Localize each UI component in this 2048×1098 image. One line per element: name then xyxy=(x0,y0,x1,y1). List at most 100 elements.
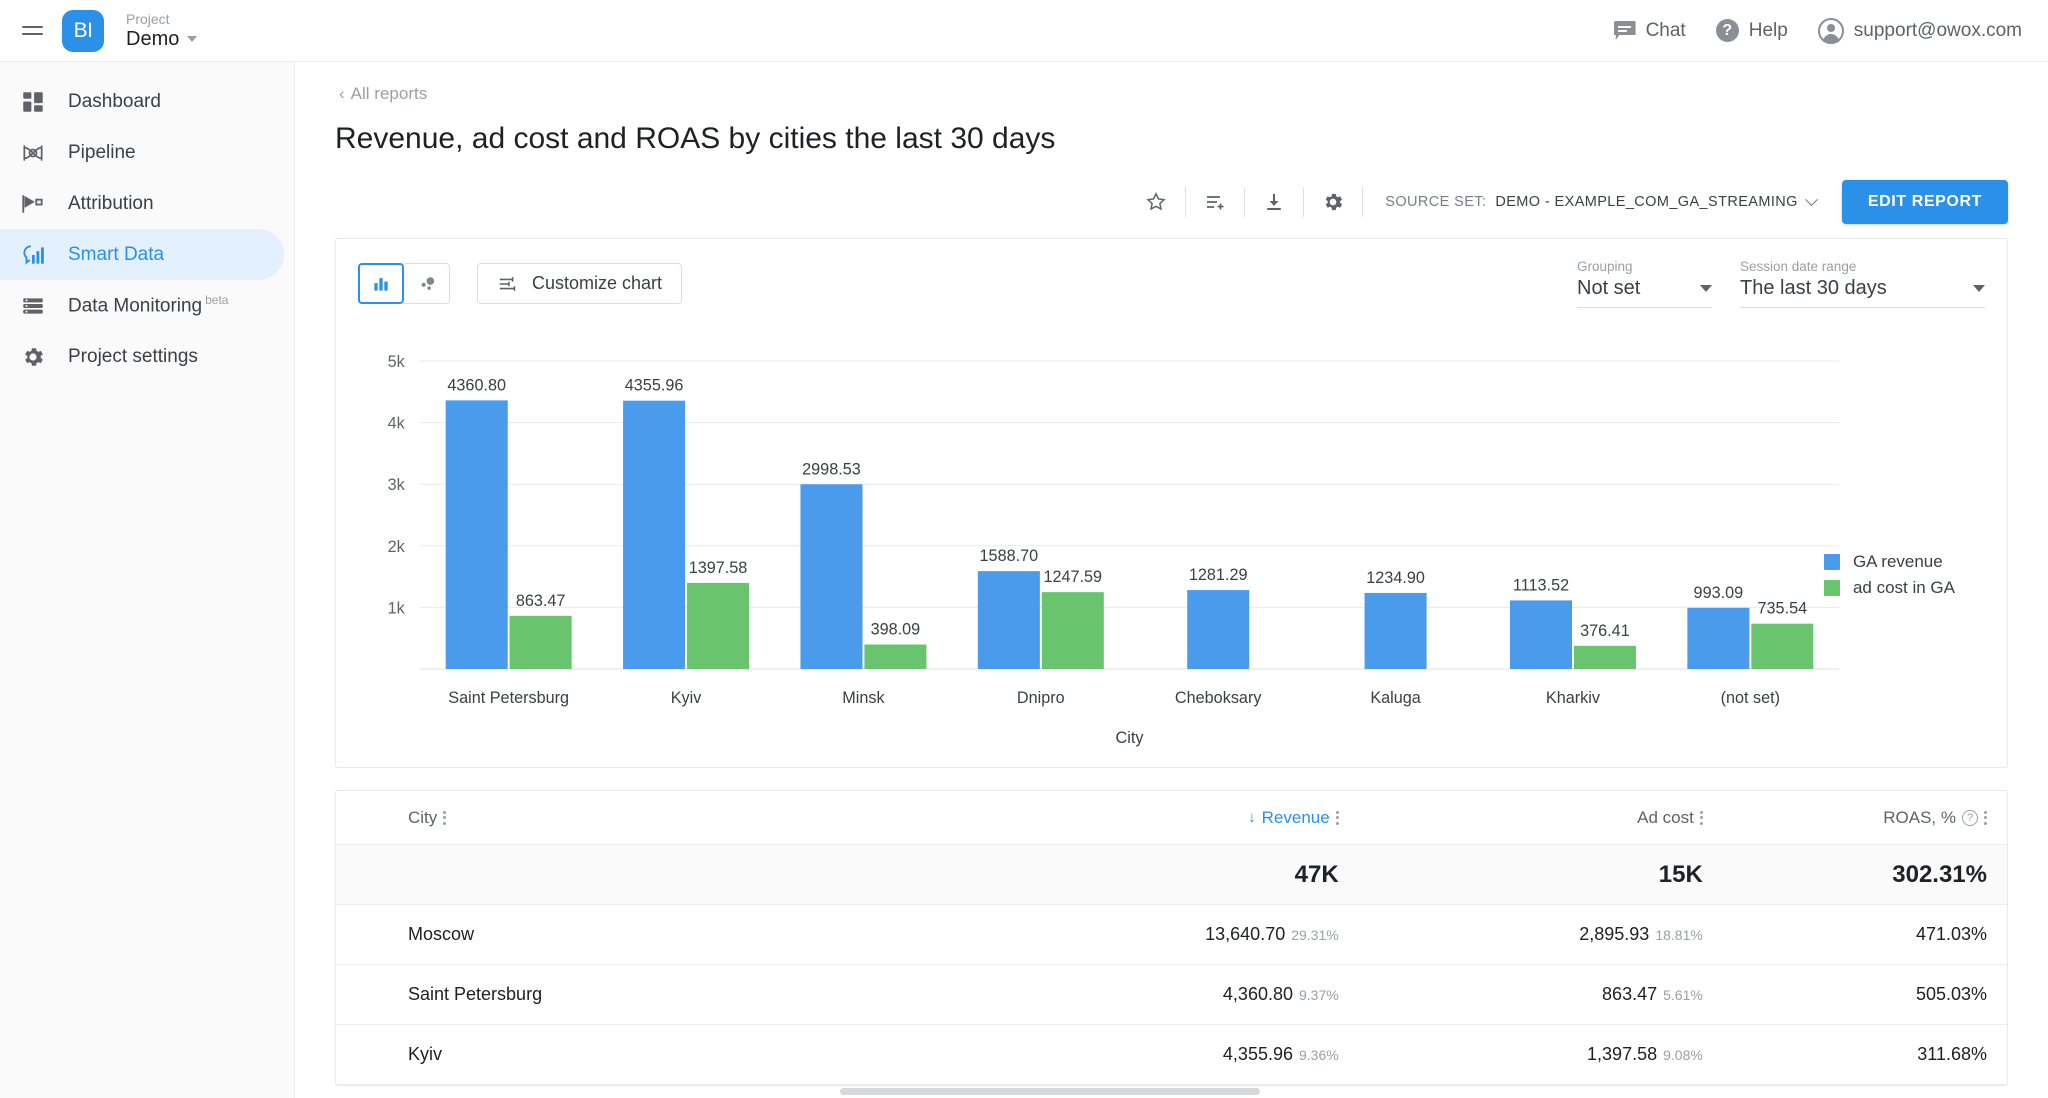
gear-icon xyxy=(20,344,46,370)
grouping-label: Grouping xyxy=(1577,259,1633,274)
help-icon[interactable]: ? xyxy=(1962,809,1978,826)
date-range-select[interactable]: Session date range The last 30 days xyxy=(1740,259,1985,308)
edit-report-button[interactable]: EDIT REPORT xyxy=(1841,180,2008,224)
svg-text:863.47: 863.47 xyxy=(516,590,566,609)
project-selector[interactable]: Project Demo xyxy=(126,10,198,51)
legend-swatch-revenue xyxy=(1823,554,1840,570)
svg-text:4k: 4k xyxy=(388,413,406,432)
chevron-down-icon xyxy=(1700,285,1712,292)
table-row[interactable]: Moscow 13,640.70 29.31% 2,895.93 18.81% 47… xyxy=(336,905,2007,965)
download-button[interactable] xyxy=(1245,180,1303,224)
sidebar-item-label: Attribution xyxy=(68,192,154,214)
chart-toolbar: Customize chart Grouping Not set Session… xyxy=(336,239,2007,308)
date-range-label: Session date range xyxy=(1740,259,1857,274)
chart-type-toggle xyxy=(358,263,450,304)
pipeline-icon xyxy=(20,140,46,166)
page-title: Revenue, ad cost and ROAS by cities the … xyxy=(335,122,1056,155)
data-monitoring-icon xyxy=(20,293,46,319)
add-to-list-button[interactable] xyxy=(1186,180,1244,224)
legend-item[interactable]: ad cost in GA xyxy=(1823,575,1955,601)
column-label: ROAS, % xyxy=(1883,807,1956,827)
chat-button[interactable]: Chat xyxy=(1614,20,1686,42)
cell-revenue: 4,355.96 9.36% xyxy=(1222,1044,1339,1064)
horizontal-scrollbar[interactable] xyxy=(840,1088,1260,1095)
svg-text:(not set): (not set) xyxy=(1721,688,1780,707)
beta-badge: beta xyxy=(205,293,229,308)
bar-chart-icon xyxy=(374,277,388,291)
sidebar: Dashboard Pipeline Attribution Smart Dat… xyxy=(0,62,295,1098)
smart-data-icon xyxy=(20,242,46,268)
total-roas: 302.31% xyxy=(1892,860,1987,888)
download-icon xyxy=(1267,194,1282,210)
sort-arrow-icon: ↓ xyxy=(1248,809,1256,826)
sidebar-item-label: Dashboard xyxy=(68,90,161,112)
customize-chart-button[interactable]: Customize chart xyxy=(477,263,683,304)
sidebar-item-data-monitoring[interactable]: Data Monitoring beta xyxy=(0,280,284,331)
table-row[interactable]: Saint Petersburg 4,360.80 9.37% 863.47 5.6… xyxy=(336,965,2007,1025)
top-bar: BI Project Demo Chat ? Help support@owox… xyxy=(0,0,2048,62)
column-menu-icon[interactable] xyxy=(1984,810,1987,825)
cell-roas: 311.68% xyxy=(1917,1044,1987,1064)
svg-text:376.41: 376.41 xyxy=(1580,620,1630,639)
column-label: Ad cost xyxy=(1637,807,1694,827)
breadcrumb-all-reports[interactable]: ‹ All reports xyxy=(335,84,427,104)
svg-text:4360.80: 4360.80 xyxy=(447,375,506,394)
table-header-row: City ↓ Revenue Ad cost ROAS, % ? xyxy=(336,791,2007,845)
svg-text:Kharkiv: Kharkiv xyxy=(1546,688,1601,707)
source-set-selector[interactable]: SOURCE SET: DEMO - EXAMPLE_COM_GA_STREAM… xyxy=(1385,192,1818,210)
bubble-chart-toggle[interactable] xyxy=(404,263,450,304)
chevron-down-icon xyxy=(1804,192,1818,206)
sidebar-item-pipeline[interactable]: Pipeline xyxy=(0,127,284,178)
source-set-value: DEMO - EXAMPLE_COM_GA_STREAMING xyxy=(1495,194,1798,210)
legend-label: ad cost in GA xyxy=(1852,578,1955,597)
chevron-down-icon xyxy=(187,35,198,42)
column-header-revenue[interactable]: ↓ Revenue xyxy=(912,808,1339,828)
cell-roas: 505.03% xyxy=(1915,984,1987,1004)
app-logo[interactable]: BI xyxy=(62,9,104,52)
svg-text:2k: 2k xyxy=(388,536,406,555)
bar-chart-toggle[interactable] xyxy=(358,263,404,304)
cell-ad-cost: 1,397.58 9.08% xyxy=(1587,1044,1703,1064)
chevron-down-icon xyxy=(1973,285,1985,292)
sidebar-item-label: Smart Data xyxy=(68,243,165,265)
account-menu[interactable]: support@owox.com xyxy=(1817,17,2022,44)
svg-text:Dnipro: Dnipro xyxy=(1017,688,1065,707)
legend-item[interactable]: GA revenue xyxy=(1823,549,1955,575)
column-menu-icon[interactable] xyxy=(443,810,447,825)
add-to-list-icon xyxy=(1207,196,1224,210)
help-icon: ? xyxy=(1715,19,1739,42)
svg-text:Saint Petersburg: Saint Petersburg xyxy=(448,688,569,707)
sidebar-item-attribution[interactable]: Attribution xyxy=(0,178,284,229)
cell-city: Saint Petersburg xyxy=(408,984,543,1004)
svg-text:5k: 5k xyxy=(388,352,406,371)
sidebar-item-smart-data[interactable]: Smart Data xyxy=(0,229,284,280)
chat-label: Chat xyxy=(1645,19,1686,41)
date-range-value: The last 30 days xyxy=(1740,277,1887,299)
report-action-bar: SOURCE SET: DEMO - EXAMPLE_COM_GA_STREAM… xyxy=(335,180,2008,224)
cell-city: Kyiv xyxy=(408,1044,443,1064)
svg-text:1281.29: 1281.29 xyxy=(1189,565,1248,584)
favorite-button[interactable] xyxy=(1127,180,1185,224)
svg-text:2998.53: 2998.53 xyxy=(802,459,861,478)
help-button[interactable]: ? Help xyxy=(1715,19,1788,42)
column-header-roas[interactable]: ROAS, % ? xyxy=(1703,808,2007,828)
cell-roas: 471.03% xyxy=(1915,924,1987,944)
svg-text:1234.90: 1234.90 xyxy=(1366,568,1425,587)
chevron-left-icon: ‹ xyxy=(339,84,345,103)
svg-text:1247.59: 1247.59 xyxy=(1043,567,1102,586)
column-header-city[interactable]: City xyxy=(336,808,912,828)
grouping-select[interactable]: Grouping Not set xyxy=(1577,259,1712,308)
sidebar-item-dashboard[interactable]: Dashboard xyxy=(0,76,284,127)
svg-text:Kyiv: Kyiv xyxy=(671,688,702,707)
chart-card: Customize chart Grouping Not set Session… xyxy=(335,238,2008,768)
project-label: Project xyxy=(126,10,170,27)
cell-ad-cost: 2,895.93 18.81% xyxy=(1579,924,1703,944)
hamburger-icon[interactable] xyxy=(16,15,48,47)
cell-city: Moscow xyxy=(408,924,475,944)
report-settings-button[interactable] xyxy=(1304,180,1362,224)
project-name: Demo xyxy=(126,27,180,50)
column-header-ad-cost[interactable]: Ad cost xyxy=(1339,808,1703,828)
table-row[interactable]: Kyiv 4,355.96 9.36% 1,397.58 9.08% 311.68% xyxy=(336,1025,2007,1085)
sidebar-item-project-settings[interactable]: Project settings xyxy=(0,331,284,382)
gear-icon xyxy=(1325,193,1343,211)
